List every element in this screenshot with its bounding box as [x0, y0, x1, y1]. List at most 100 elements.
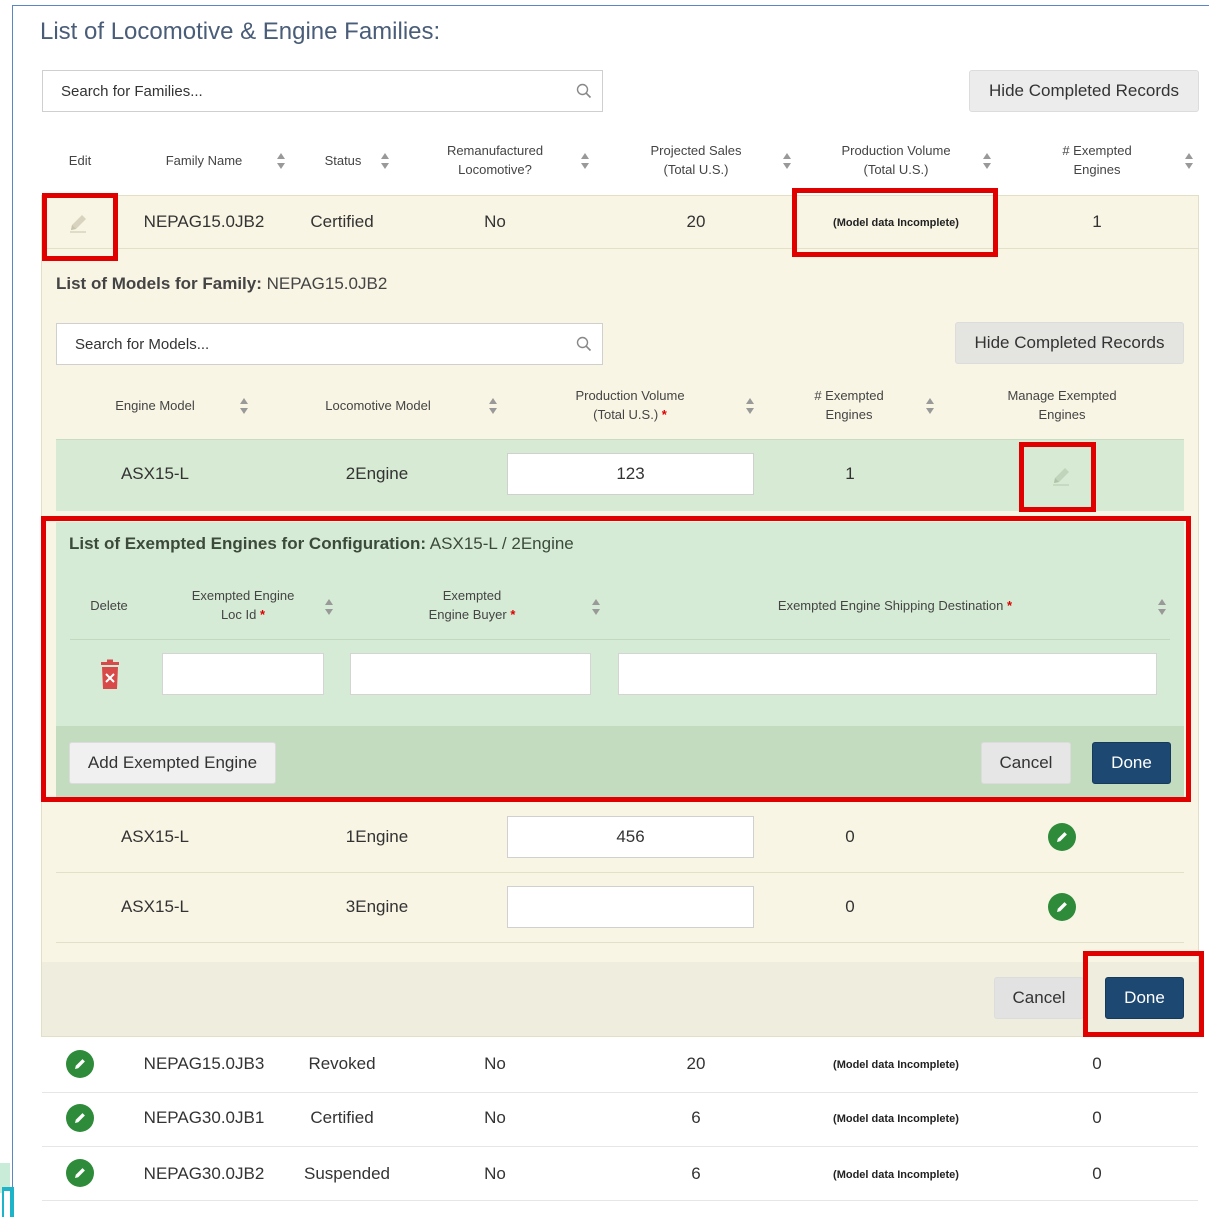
models-search-box — [56, 323, 603, 365]
model-exempted-cell: 0 — [845, 897, 855, 916]
family-name-cell: NEPAG30.0JB2 — [143, 1164, 265, 1183]
model-exempted-cell: 1 — [845, 464, 855, 483]
page-title: List of Locomotive & Engine Families: — [40, 18, 441, 45]
model-exempted-cell: 0 — [845, 827, 855, 846]
header-line-1: Remanufactured — [446, 143, 544, 158]
pencil-circle-icon[interactable] — [1048, 893, 1076, 921]
column-header-locomotive-model[interactable]: Locomotive Model — [304, 396, 452, 415]
highlight-model-data-incomplete — [792, 188, 998, 257]
header-line-1: # Exempted — [1062, 143, 1132, 158]
models-cancel-button[interactable]: Cancel — [994, 977, 1084, 1019]
sort-icon[interactable] — [782, 152, 792, 170]
column-header-engine-model[interactable]: Engine Model — [96, 396, 214, 415]
column-header-projected-sales[interactable]: Projected Sales (Total U.S.) — [628, 141, 764, 179]
engine-model-cell: ASX15-L — [120, 827, 190, 846]
sort-icon[interactable] — [1184, 152, 1194, 170]
search-icon[interactable] — [566, 83, 602, 99]
highlight-manage-exempted — [1019, 442, 1096, 512]
status-cell: Revoked — [308, 1054, 376, 1073]
sort-icon[interactable] — [239, 397, 249, 415]
header-line-1: # Exempted — [814, 388, 884, 403]
column-header-status[interactable]: Status — [310, 151, 376, 170]
production-volume-input[interactable]: 456 — [507, 816, 754, 858]
locomotive-model-cell: 1Engine — [345, 827, 409, 846]
projected-sales-cell: 6 — [691, 1108, 701, 1127]
status-cell: Suspended — [303, 1164, 391, 1183]
family-search-input[interactable] — [43, 71, 566, 111]
pencil-circle-icon[interactable] — [66, 1104, 94, 1132]
row-divider — [56, 872, 1184, 873]
column-header-edit: Edit — [68, 153, 92, 168]
locomotive-model-cell: 3Engine — [345, 897, 409, 916]
models-title: List of Models for Family: NEPAG15.0JB2 — [56, 274, 387, 294]
header-line-2: Engines — [1073, 162, 1121, 177]
sort-icon[interactable] — [488, 397, 498, 415]
remanufactured-cell: No — [484, 212, 506, 231]
column-header-remanufactured[interactable]: Remanufactured Locomotive? — [420, 141, 570, 179]
header-line-2: Engines — [825, 407, 873, 422]
remanufactured-cell: No — [484, 1054, 506, 1073]
header-line-2: Locomotive? — [458, 162, 532, 177]
header-line-1: Manage Exempted — [1007, 388, 1117, 403]
row-divider — [42, 248, 1198, 249]
projected-sales-cell: 20 — [686, 212, 706, 231]
header-line-2: (Total U.S.) * — [593, 407, 667, 422]
remanufactured-cell: No — [484, 1108, 506, 1127]
background-decoration — [0, 1163, 14, 1217]
row-divider — [42, 1092, 1198, 1093]
required-marker: * — [661, 407, 667, 422]
column-header-model-exempted[interactable]: # Exempted Engines — [800, 386, 898, 424]
exempted-count-cell: 0 — [1092, 1054, 1102, 1073]
family-name-cell: NEPAG15.0JB2 — [143, 212, 265, 231]
production-volume-cell: (Model data Incomplete) — [833, 1113, 959, 1125]
family-search-box — [42, 70, 603, 112]
exempted-count-cell: 1 — [1092, 212, 1102, 231]
status-cell: Certified — [310, 212, 374, 231]
sort-icon[interactable] — [276, 152, 286, 170]
hide-completed-families-button[interactable]: Hide Completed Records — [969, 70, 1199, 112]
column-header-family-name[interactable]: Family Name — [150, 151, 258, 170]
header-line-2: (Total U.S.) — [663, 162, 729, 177]
exempted-count-cell: 0 — [1092, 1108, 1102, 1127]
row-divider — [42, 1200, 1198, 1201]
models-title-family: NEPAG15.0JB2 — [266, 274, 388, 293]
pencil-circle-icon[interactable] — [66, 1159, 94, 1187]
column-header-production-volume[interactable]: Production Volume (Total U.S.) — [820, 141, 972, 179]
family-name-cell: NEPAG15.0JB3 — [143, 1054, 265, 1073]
header-line-1: Projected Sales — [650, 143, 742, 158]
production-volume-cell: (Model data Incomplete) — [833, 1169, 959, 1181]
exempted-count-cell: 0 — [1092, 1164, 1102, 1183]
sort-icon[interactable] — [580, 152, 590, 170]
production-volume-input[interactable] — [507, 886, 754, 928]
column-header-exempted-engines[interactable]: # Exempted Engines — [1040, 141, 1154, 179]
models-search-input[interactable] — [57, 324, 566, 364]
sort-icon[interactable] — [925, 397, 935, 415]
row-divider — [42, 1146, 1198, 1147]
hide-completed-models-button[interactable]: Hide Completed Records — [955, 322, 1184, 364]
engine-model-cell: ASX15-L — [120, 897, 190, 916]
header-line-1: Production Volume — [841, 143, 951, 158]
locomotive-model-cell: 2Engine — [345, 464, 409, 483]
header-line-1: Production Volume — [575, 388, 685, 403]
sort-icon[interactable] — [380, 152, 390, 170]
highlight-done-button — [1083, 951, 1204, 1037]
column-header-model-production[interactable]: Production Volume (Total U.S.) * — [560, 386, 700, 424]
search-icon[interactable] — [566, 336, 602, 352]
status-cell: Certified — [310, 1108, 374, 1127]
header-line-2: (Total U.S.) — [863, 162, 929, 177]
models-title-label: List of Models for Family: — [56, 274, 262, 293]
header-line-2: Engines — [1038, 407, 1086, 422]
pencil-circle-icon[interactable] — [66, 1050, 94, 1078]
production-volume-cell: (Model data Incomplete) — [833, 1059, 959, 1071]
sort-icon[interactable] — [982, 152, 992, 170]
highlight-edit-family — [42, 193, 118, 261]
remanufactured-cell: No — [484, 1164, 506, 1183]
engine-model-cell: ASX15-L — [120, 464, 190, 483]
projected-sales-cell: 20 — [686, 1054, 706, 1073]
row-divider — [56, 942, 1184, 943]
pencil-circle-icon[interactable] — [1048, 823, 1076, 851]
family-name-cell: NEPAG30.0JB1 — [143, 1108, 265, 1127]
production-volume-input[interactable]: 123 — [507, 453, 754, 495]
sort-icon[interactable] — [745, 397, 755, 415]
highlight-exempted-engines-panel — [41, 516, 1191, 802]
